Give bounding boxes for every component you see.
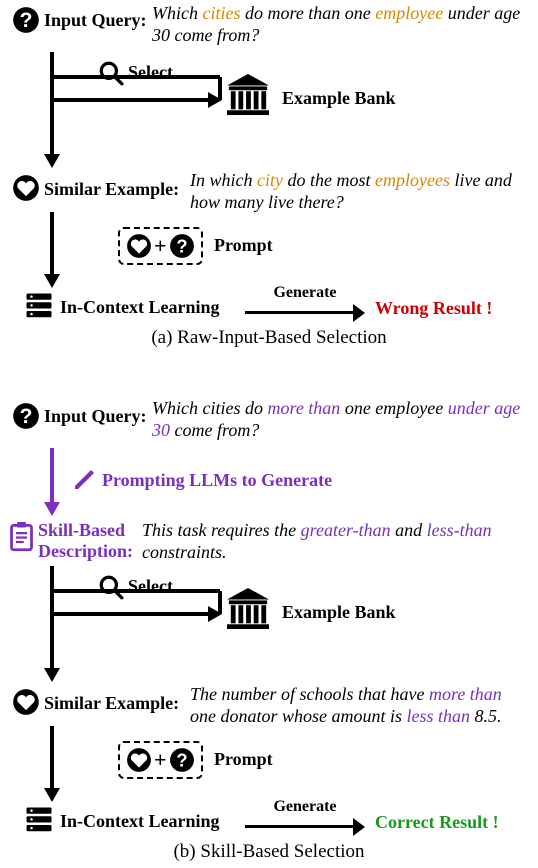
select-label-b: Select: [128, 576, 173, 597]
prompting-llms-label: Prompting LLMs to Generate: [102, 470, 332, 491]
icon-row-b1: ?: [12, 402, 40, 430]
generate-arrow-b: Generate: [245, 798, 365, 828]
search-icon-b: [98, 574, 124, 600]
bank-icon-b: [225, 588, 271, 630]
heart-icon-a: [12, 174, 40, 202]
question-mark-icon: ?: [169, 233, 195, 259]
prompt-label-b: Prompt: [214, 749, 273, 770]
server-icon-b: [24, 805, 54, 835]
generate-arrow-a: Generate: [245, 284, 365, 314]
arrow-down-a2: [40, 212, 70, 290]
server-icon-a: [24, 291, 54, 321]
input-query-text-a: Which cities do more than one employee u…: [152, 3, 522, 46]
question-mark-icon: ?: [12, 6, 40, 34]
skill-description-label: Skill-BasedDescription:: [38, 520, 133, 561]
similar-example-label-b: Similar Example:: [44, 693, 179, 714]
plus-icon: +: [154, 749, 167, 771]
correct-result: Correct Result !: [375, 812, 499, 833]
heart-icon: [126, 233, 152, 259]
example-bank-label-a: Example Bank: [282, 88, 396, 109]
in-context-label-a: In-Context Learning: [60, 297, 220, 318]
prompt-box-b: + ?: [118, 741, 203, 779]
bank-icon-a: [225, 74, 271, 116]
input-query-label-a: Input Query:: [44, 10, 147, 31]
similar-example-text-b: The number of schools that have more tha…: [190, 684, 530, 727]
heart-icon-b: [12, 688, 40, 716]
prompt-label-a: Prompt: [214, 235, 273, 256]
icon-row-a1: ?: [12, 6, 40, 34]
prompt-box-a: + ?: [118, 227, 203, 265]
svg-text:?: ?: [176, 750, 187, 771]
figure: ? Input Query: Which cities do more than…: [0, 0, 538, 868]
svg-text:?: ?: [20, 9, 33, 32]
wrong-result: Wrong Result !: [375, 298, 492, 319]
caption-b: (b) Skill-Based Selection: [0, 841, 538, 863]
plus-icon: +: [154, 235, 167, 257]
question-mark-icon: ?: [169, 747, 195, 773]
input-query-label-b: Input Query:: [44, 406, 147, 427]
in-context-label-b: In-Context Learning: [60, 811, 220, 832]
example-bank-label-b: Example Bank: [282, 602, 396, 623]
pencil-icon: [72, 468, 96, 492]
input-query-text-b: Which cities do more than one employee u…: [152, 398, 527, 441]
skill-description-text: This task requires the greater-than and …: [142, 520, 532, 563]
question-mark-icon: ?: [12, 402, 40, 430]
clipboard-icon: [8, 522, 35, 552]
svg-text:?: ?: [176, 236, 187, 257]
search-icon-a: [98, 60, 124, 86]
similar-example-label-a: Similar Example:: [44, 179, 179, 200]
arrow-down-purple: [40, 448, 70, 518]
svg-text:?: ?: [20, 405, 33, 428]
caption-a: (a) Raw-Input-Based Selection: [0, 327, 538, 349]
similar-example-text-a: In which city do the most employees live…: [190, 170, 530, 213]
arrow-down-b2: [40, 726, 70, 804]
select-label-a: Select: [128, 62, 173, 83]
heart-icon: [126, 747, 152, 773]
